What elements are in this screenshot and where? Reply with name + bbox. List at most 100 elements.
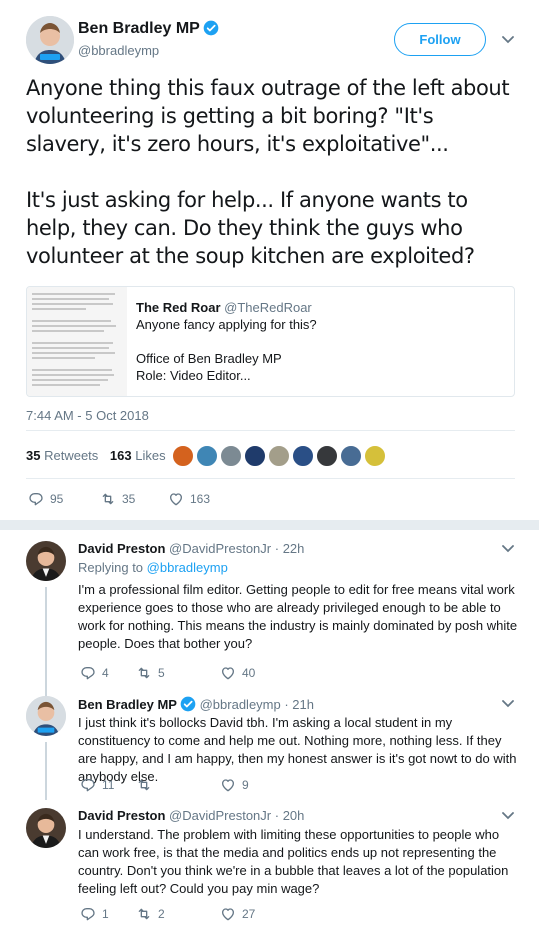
reply-author-handle[interactable]: @bbradleymp: [200, 697, 281, 712]
thread-line: [45, 742, 47, 800]
retweet-stat[interactable]: 35 Retweets: [26, 448, 98, 463]
retweets-count: 35: [26, 448, 41, 463]
replying-to-prefix: Replying to: [78, 560, 144, 575]
reply-time[interactable]: · 22h: [275, 541, 305, 556]
tweet-actions: 95 35 163: [28, 490, 328, 508]
like-count: 40: [242, 666, 256, 680]
retweets-label: Retweets: [44, 448, 99, 463]
chevron-down-icon[interactable]: [502, 811, 514, 821]
reply-author-name[interactable]: David Preston: [78, 541, 165, 556]
reply-icon: [28, 491, 44, 507]
tweet-stats: 35 Retweets 163 Likes: [26, 448, 166, 463]
reply-actions: 1 2 27: [80, 905, 380, 923]
reply-tweet[interactable]: David Preston @DavidPrestonJr · 22h Repl…: [0, 541, 539, 697]
likes-count: 163: [109, 448, 132, 463]
reply-avatar[interactable]: [26, 696, 66, 736]
reply-time[interactable]: · 21h: [284, 697, 314, 712]
reply-author-handle[interactable]: @DavidPrestonJr: [169, 541, 271, 556]
quote-author-name: The Red Roar: [136, 300, 221, 315]
quote-thumbnail: [27, 287, 127, 396]
verified-icon: [203, 20, 219, 36]
verified-icon: [180, 696, 196, 712]
like-count: 9: [242, 778, 249, 792]
reply-actions: 4 5 40: [80, 664, 380, 682]
likes-label: Likes: [135, 448, 166, 463]
retweet-count: 2: [158, 907, 165, 921]
reply-tweet[interactable]: Ben Bradley MP @bbradleymp · 21h I just …: [0, 696, 539, 800]
liker-avatar[interactable]: [196, 445, 218, 467]
liker-avatar[interactable]: [172, 445, 194, 467]
reply-text: I understand. The problem with limiting …: [78, 827, 509, 896]
like-button[interactable]: 163: [168, 490, 210, 508]
heart-icon: [168, 491, 184, 507]
reply-author-name[interactable]: Ben Bradley MP: [78, 697, 177, 712]
retweet-icon: [136, 906, 152, 922]
reply-header: David Preston @DavidPrestonJr · 22h: [78, 541, 304, 556]
author-avatar[interactable]: [26, 16, 74, 64]
reply-icon: [80, 777, 96, 793]
replying-to: Replying to @bbradleymp: [78, 560, 228, 575]
liker-avatar[interactable]: [292, 445, 314, 467]
retweet-button[interactable]: 2: [136, 905, 165, 923]
like-button[interactable]: 40: [220, 664, 255, 682]
reply-header: David Preston @DavidPrestonJr · 20h: [78, 808, 304, 823]
heart-icon: [220, 665, 236, 681]
retweet-button[interactable]: 35: [100, 490, 135, 508]
likes-stat[interactable]: 163 Likes: [110, 448, 166, 463]
like-count: 27: [242, 907, 256, 921]
heart-icon: [220, 906, 236, 922]
retweet-count: 5: [158, 666, 165, 680]
liker-avatar[interactable]: [268, 445, 290, 467]
reply-button[interactable]: 1: [80, 905, 109, 923]
section-divider: [0, 520, 539, 530]
retweet-count: 35: [122, 492, 136, 506]
reply-avatar[interactable]: [26, 541, 66, 581]
quoted-tweet[interactable]: The Red Roar @TheRedRoar Anyone fancy ap…: [26, 286, 515, 397]
reply-actions: 11 9: [80, 776, 380, 794]
liker-avatar[interactable]: [340, 445, 362, 467]
thread-line: [45, 587, 47, 697]
liker-avatar[interactable]: [244, 445, 266, 467]
tweet-header: Ben Bradley MP @bbradleymp Follow: [26, 16, 516, 64]
replying-to-link[interactable]: @bbradleymp: [147, 560, 228, 575]
reply-button[interactable]: 11: [80, 776, 114, 794]
retweet-button[interactable]: 5: [136, 664, 165, 682]
author-name[interactable]: Ben Bradley MP: [78, 20, 200, 37]
quote-text: Anyone fancy applying for this? Office o…: [136, 317, 317, 383]
reply-button[interactable]: 4: [80, 664, 109, 682]
divider-line: [26, 478, 515, 479]
reply-time[interactable]: · 20h: [275, 808, 305, 823]
reply-header: Ben Bradley MP @bbradleymp · 21h: [78, 696, 314, 712]
divider-line: [26, 430, 515, 431]
reply-author-name[interactable]: David Preston: [78, 808, 165, 823]
reply-author-handle[interactable]: @DavidPrestonJr: [169, 808, 271, 823]
chevron-down-icon[interactable]: [502, 35, 514, 45]
reply-tweet[interactable]: David Preston @DavidPrestonJr · 20h I un…: [0, 808, 539, 923]
retweet-button[interactable]: [136, 776, 158, 794]
reply-button[interactable]: 95: [28, 490, 63, 508]
reply-icon: [80, 665, 96, 681]
retweet-icon: [100, 491, 116, 507]
like-count: 163: [190, 492, 211, 506]
liker-avatar[interactable]: [316, 445, 338, 467]
heart-icon: [220, 777, 236, 793]
reply-count: 1: [102, 907, 109, 921]
liker-avatar[interactable]: [364, 445, 386, 467]
author-handle[interactable]: @bbradleymp: [78, 43, 159, 58]
retweet-icon: [136, 665, 152, 681]
follow-button[interactable]: Follow: [394, 23, 486, 56]
tweet-timestamp[interactable]: 7:44 AM - 5 Oct 2018: [26, 408, 149, 423]
liker-avatar[interactable]: [220, 445, 242, 467]
reply-avatar[interactable]: [26, 808, 66, 848]
retweet-icon: [136, 777, 152, 793]
author-name-row[interactable]: Ben Bradley MP: [78, 20, 219, 38]
chevron-down-icon[interactable]: [502, 699, 514, 709]
reply-count: 11: [102, 778, 115, 792]
chevron-down-icon[interactable]: [502, 544, 514, 554]
quote-author-handle: @TheRedRoar: [224, 300, 312, 315]
reply-count: 4: [102, 666, 109, 680]
like-button[interactable]: 9: [220, 776, 249, 794]
tweet-text: Anyone thing this faux outrage of the le…: [26, 76, 510, 268]
reply-count: 95: [50, 492, 64, 506]
like-button[interactable]: 27: [220, 905, 255, 923]
